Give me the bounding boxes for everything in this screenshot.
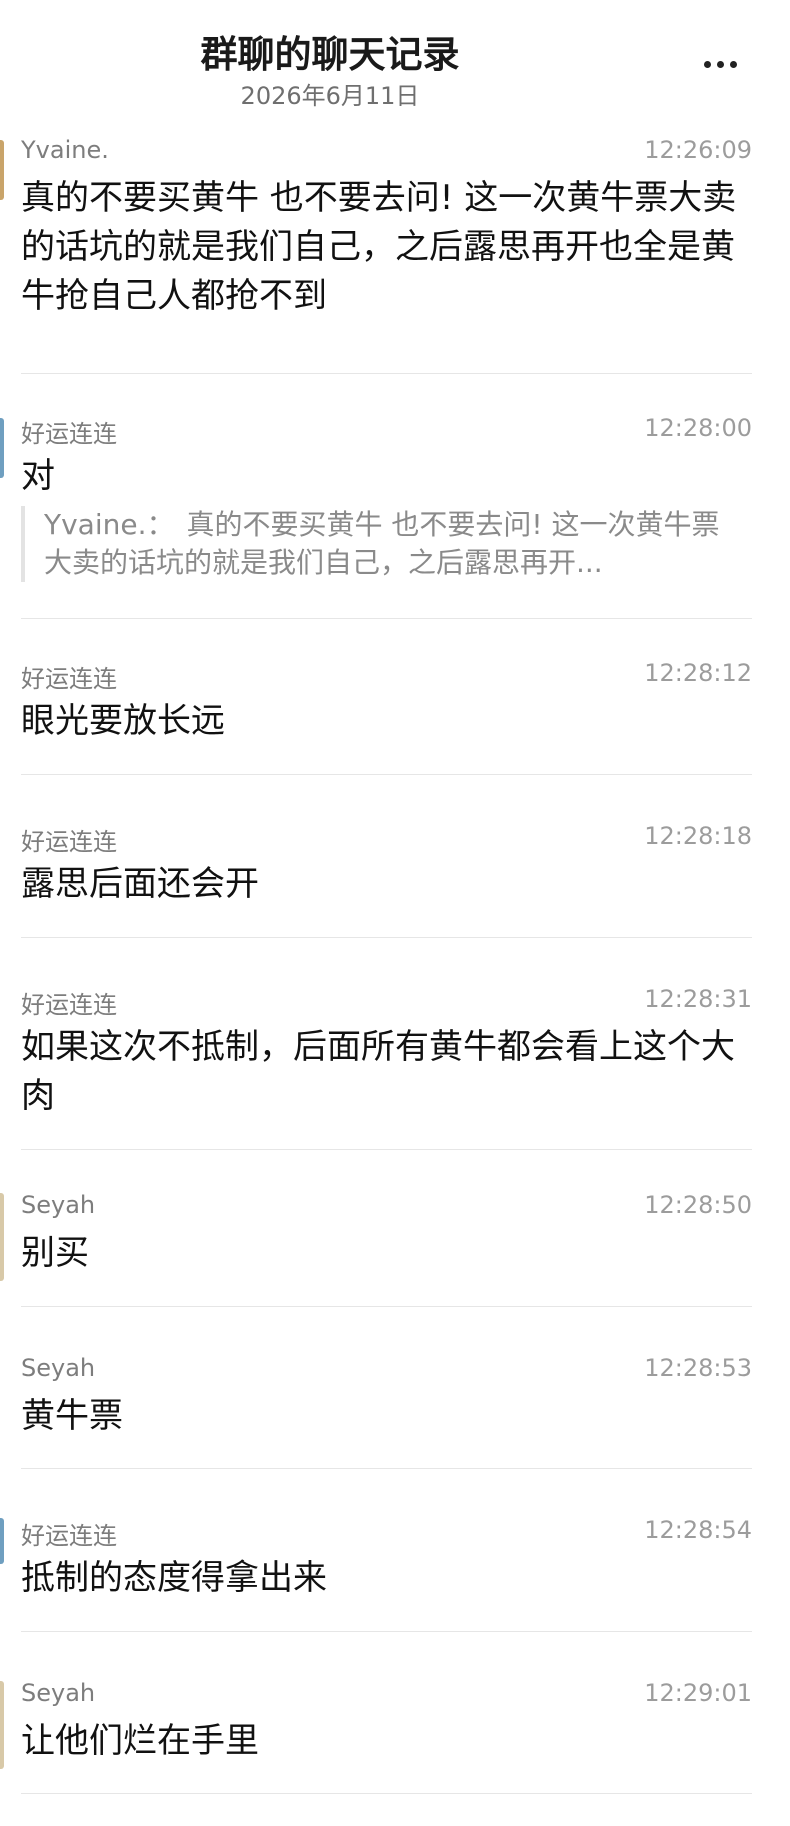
chat-date: 2026年6月11日 [240,82,420,110]
message-sender: 好运连连 [21,828,117,856]
message-sender: 好运连连 [21,420,117,448]
divider [21,1149,752,1150]
message-time: 12:28:50 [644,1191,752,1219]
message-time: 12:28:12 [644,659,752,687]
message-sender: Seyah [21,1354,96,1382]
message-text: 露思后面还会开 [21,864,259,904]
message-sender: 好运连连 [21,665,117,693]
avatar[interactable] [0,1681,4,1769]
chat-header: 群聊的聊天记录 2026年6月11日 [0,0,790,118]
message-text: 眼光要放长远 [21,701,225,741]
message-sender: Yvaine. [21,136,109,164]
message-time: 12:28:53 [644,1354,752,1382]
avatar[interactable] [0,1518,4,1564]
more-dot-icon [703,60,711,68]
message-text: 对 [21,456,55,496]
avatar[interactable] [0,1193,4,1281]
message-sender: 好运连连 [21,1522,117,1550]
message-text: 黄牛票 [21,1396,123,1436]
avatar[interactable] [0,140,4,200]
divider [21,1631,752,1632]
message-sender: Seyah [21,1191,96,1219]
message-text: 真的不要买黄牛 也不要去问! 这一次黄牛票大卖的话坑的就是我们自己，之后露思再开… [21,178,737,316]
quoted-message[interactable]: Yvaine.： 真的不要买黄牛 也不要去问! 这一次黄牛票大卖的话坑的就是我们自… [21,506,721,582]
divider [21,618,752,619]
divider [21,373,752,374]
quoted-sender: Yvaine.： [44,508,175,541]
divider [21,1306,752,1307]
divider [21,1468,752,1469]
more-dot-icon [716,60,724,68]
message-text: 让他们烂在手里 [21,1721,259,1761]
more-options-button[interactable] [690,46,750,82]
message-time: 12:28:00 [644,414,752,442]
message-time: 12:29:01 [644,1679,752,1707]
message-text: 抵制的态度得拿出来 [21,1558,327,1598]
message-sender: 好运连连 [21,991,117,1019]
message-time: 12:26:09 [644,136,752,164]
message-time: 12:28:18 [644,822,752,850]
message-text: 如果这次不抵制，后面所有黄牛都会看上这个大肉 [21,1027,735,1116]
message-time: 12:28:54 [644,1516,752,1544]
divider [21,1793,752,1794]
divider [21,937,752,938]
more-dot-icon [729,60,737,68]
message-sender: Seyah [21,1679,96,1707]
divider [21,774,752,775]
page-title: 群聊的聊天记录 [200,33,460,76]
message-time: 12:28:31 [644,985,752,1013]
message-text: 别买 [21,1233,89,1273]
avatar[interactable] [0,418,4,478]
